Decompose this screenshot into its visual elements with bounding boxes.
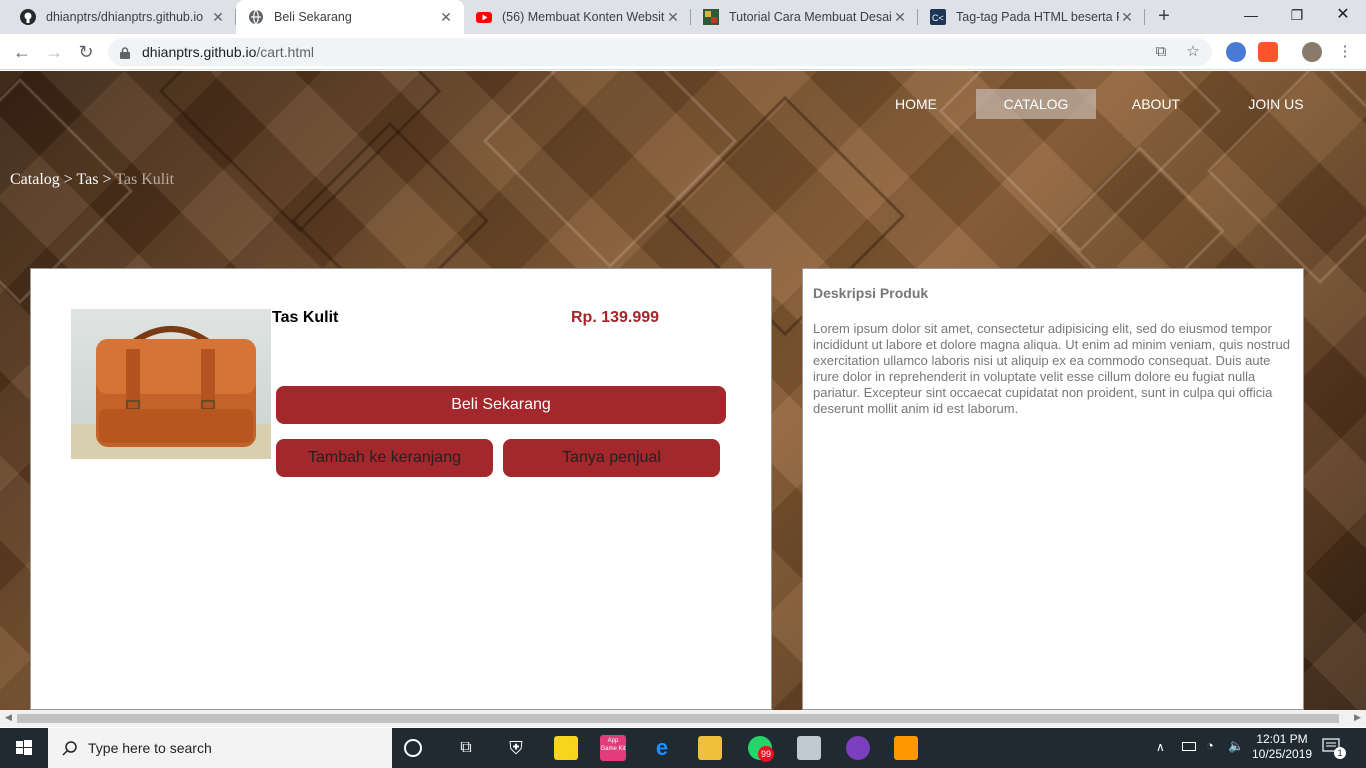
notification-center-icon[interactable]: 1 (1322, 738, 1346, 759)
back-button[interactable]: ← (8, 38, 36, 66)
ask-seller-button[interactable]: Tanya penjual (503, 439, 720, 477)
product-card: Tas Kulit Rp. 139.999 Beli Sekarang Tamb… (30, 268, 772, 710)
scroll-right-icon[interactable]: ▶ (1354, 712, 1361, 723)
nav-join-us[interactable]: JOIN US (1216, 89, 1336, 119)
taskbar-search[interactable]: Type here to search (48, 728, 392, 768)
menu-icon[interactable]: ⋮ (1336, 43, 1354, 61)
notification-count: 1 (1334, 747, 1346, 759)
buy-now-button[interactable]: Beli Sekarang (276, 386, 726, 424)
profile-avatar[interactable] (1302, 42, 1322, 62)
task-view-icon[interactable]: ⧉ (454, 736, 478, 760)
search-placeholder: Type here to search (88, 740, 212, 756)
security-shield-icon[interactable]: ⛨ (504, 736, 528, 760)
nav-catalog[interactable]: CATALOG (976, 89, 1096, 119)
tab-beli-sekarang[interactable]: Beli Sekarang ✕ (236, 0, 464, 34)
url-path: /cart.html (256, 44, 314, 60)
breadcrumb-catalog[interactable]: Catalog (10, 171, 60, 188)
clock-time: 12:01 PM (1256, 732, 1308, 746)
taskbar: Type here to search ⧉ ⛨ App Game Kit e 9… (0, 728, 1366, 768)
windows-logo-icon (16, 740, 32, 755)
site-icon (703, 9, 719, 25)
github-icon (20, 9, 36, 25)
page-background: HOME CATALOG ABOUT JOIN US Catalog > Tas… (0, 71, 1366, 710)
star-icon[interactable]: ☆ (1184, 43, 1202, 61)
tab-github[interactable]: dhianptrs/dhianptrs.github.io ✕ (8, 0, 236, 34)
close-icon[interactable]: ✕ (438, 9, 454, 26)
close-icon[interactable]: ✕ (210, 9, 226, 26)
url-text: dhianptrs.github.io/cart.html (142, 44, 314, 60)
sublime-text-icon[interactable] (894, 736, 918, 760)
description-title: Deskripsi Produk (813, 285, 929, 301)
description-text: Lorem ipsum dolor sit amet, consectetur … (813, 321, 1290, 416)
maximize-button[interactable]: ❐ (1274, 0, 1320, 30)
edge-icon[interactable]: e (650, 736, 674, 760)
svg-text:C<: C< (932, 13, 944, 23)
tab-title: Beli Sekarang (274, 10, 352, 24)
windows-start-button[interactable] (0, 728, 48, 768)
translate-icon[interactable]: ⧉ (1152, 43, 1170, 61)
main-nav: HOME CATALOG ABOUT JOIN US (856, 89, 1336, 119)
battery-icon[interactable] (1182, 742, 1196, 751)
product-name: Tas Kulit (272, 309, 339, 326)
scroll-left-icon[interactable]: ◀ (5, 712, 12, 723)
horizontal-scrollbar[interactable]: ◀ ▶ (0, 710, 1366, 727)
tab-title: (56) Membuat Konten Website (502, 10, 665, 24)
close-icon[interactable]: ✕ (665, 9, 681, 26)
snipping-tool-icon[interactable] (797, 736, 821, 760)
tray-chevron-icon[interactable]: ∧ (1156, 740, 1165, 768)
breadcrumb-separator: > (59, 171, 77, 188)
github-desktop-icon[interactable] (846, 736, 870, 760)
reload-button[interactable]: ↻ (72, 38, 100, 66)
close-icon[interactable]: ✕ (1119, 9, 1135, 26)
app-game-kit-label: App Game Kit (600, 738, 626, 752)
globe-icon (248, 9, 264, 25)
breadcrumb-separator: > (98, 171, 116, 188)
tab-tutorial[interactable]: Tutorial Cara Membuat Desain ✕ (691, 0, 918, 34)
cortana-icon[interactable] (404, 739, 422, 757)
tab-tag-html[interactable]: C< Tag-tag Pada HTML beserta Fu ✕ (918, 0, 1145, 34)
product-image (71, 309, 271, 459)
window-close-button[interactable]: ✕ (1320, 0, 1366, 30)
search-icon (62, 741, 77, 756)
description-card: Deskripsi Produk Lorem ipsum dolor sit a… (802, 268, 1304, 710)
whatsapp-icon[interactable]: 99 (748, 736, 774, 762)
wifi-icon[interactable]: ◔ (1206, 738, 1214, 768)
nav-home[interactable]: HOME (856, 89, 976, 119)
lock-icon (120, 46, 130, 64)
tab-strip: dhianptrs/dhianptrs.github.io ✕ Beli Sek… (0, 0, 1366, 34)
address-bar[interactable]: dhianptrs.github.io/cart.html ⧉ ☆ (108, 38, 1212, 66)
brave-shield-icon[interactable] (1258, 42, 1278, 62)
sticky-notes-icon[interactable] (554, 736, 578, 760)
url-host: dhianptrs.github.io (142, 44, 257, 60)
breadcrumb-tas[interactable]: Tas (77, 171, 99, 188)
tab-title: Tag-tag Pada HTML beserta Fu (956, 10, 1119, 24)
add-to-cart-button[interactable]: Tambah ke keranjang (276, 439, 493, 477)
app-game-kit-icon[interactable]: App Game Kit (600, 735, 626, 761)
whatsapp-badge: 99 (758, 746, 774, 762)
extension-sync-icon[interactable] (1226, 42, 1246, 62)
breadcrumb: Catalog > Tas > Tas Kulit (10, 171, 174, 189)
clock[interactable]: 12:01 PM 10/25/2019 (1252, 732, 1312, 768)
youtube-icon (476, 9, 492, 25)
new-tab-button[interactable]: + (1152, 5, 1176, 29)
close-icon[interactable]: ✕ (892, 9, 908, 26)
volume-icon[interactable]: 🔈 (1228, 738, 1244, 768)
file-explorer-icon[interactable] (698, 736, 722, 760)
forward-button[interactable]: → (40, 38, 68, 66)
codepolitan-icon: C< (930, 9, 946, 25)
tab-title: dhianptrs/dhianptrs.github.io (46, 10, 204, 24)
product-price: Rp. 139.999 (571, 309, 660, 326)
scrollbar-thumb[interactable] (17, 714, 1339, 723)
tab-title: Tutorial Cara Membuat Desain (729, 10, 892, 24)
clock-date: 10/25/2019 (1252, 747, 1313, 761)
minimize-button[interactable]: — (1228, 0, 1274, 30)
breadcrumb-current: Tas Kulit (115, 171, 175, 188)
nav-about[interactable]: ABOUT (1096, 89, 1216, 119)
tab-youtube[interactable]: (56) Membuat Konten Website ✕ (464, 0, 691, 34)
browser-toolbar: ← → ↻ dhianptrs.github.io/cart.html ⧉ ☆ … (0, 34, 1366, 70)
